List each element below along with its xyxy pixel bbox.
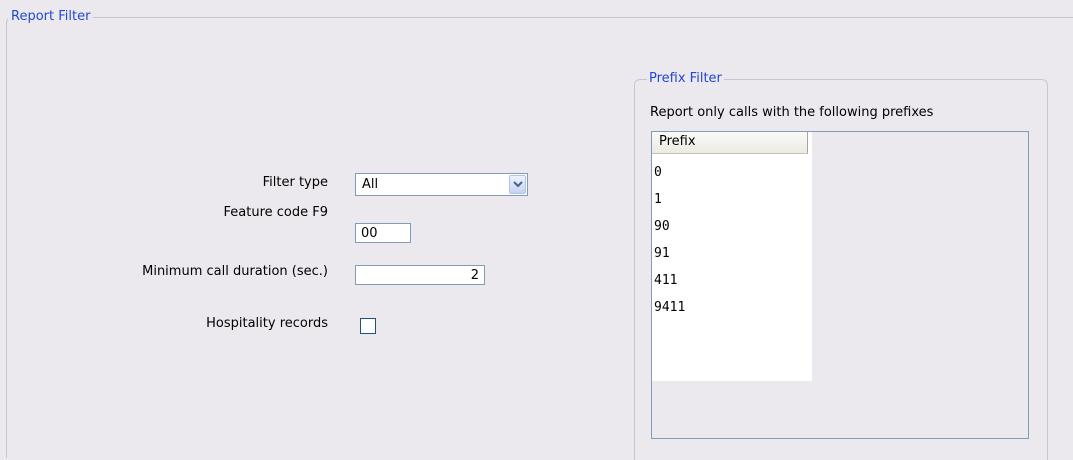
prefix-column xyxy=(652,132,812,381)
table-row[interactable]: 0 xyxy=(654,165,662,180)
min-duration-label: Minimum call duration (sec.) xyxy=(142,264,328,279)
filter-type-label: Filter type xyxy=(262,175,328,190)
report-filter-legend: Report Filter xyxy=(8,9,94,24)
chevron-down-icon xyxy=(513,181,523,188)
prefix-filter-legend: Prefix Filter xyxy=(647,71,724,86)
feature-code-label: Feature code F9 xyxy=(223,205,329,220)
feature-code-input[interactable] xyxy=(355,223,411,243)
hospitality-checkbox[interactable] xyxy=(360,318,376,334)
table-row[interactable]: 90 xyxy=(654,219,670,234)
filter-type-select[interactable]: All xyxy=(355,173,528,196)
table-row[interactable]: 9411 xyxy=(654,300,685,315)
hospitality-label: Hospitality records xyxy=(206,316,328,331)
min-duration-input[interactable] xyxy=(355,265,485,285)
prefix-column-header-label: Prefix xyxy=(659,134,696,149)
dropdown-button[interactable] xyxy=(509,175,526,194)
table-row[interactable]: 411 xyxy=(654,273,677,288)
table-row[interactable]: 1 xyxy=(654,192,662,207)
prefix-column-header[interactable]: Prefix xyxy=(652,132,808,154)
filter-type-value: All xyxy=(362,177,379,192)
prefix-description: Report only calls with the following pre… xyxy=(650,105,934,120)
table-row[interactable]: 91 xyxy=(654,246,670,261)
